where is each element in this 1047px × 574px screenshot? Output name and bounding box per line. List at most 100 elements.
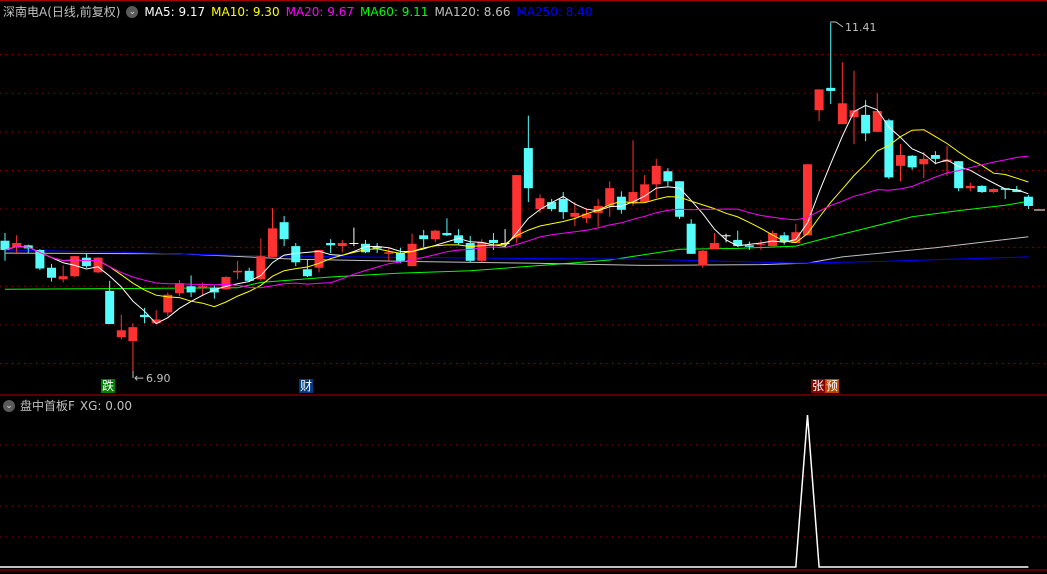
candle-body [233, 270, 243, 273]
candle-body [349, 243, 359, 245]
candle [826, 23, 836, 105]
candle [814, 89, 824, 122]
candle-body [802, 164, 812, 236]
candle-body [93, 257, 103, 273]
candle-body [419, 235, 429, 240]
ma10-label: MA10: 9.30 [211, 4, 280, 19]
candle [256, 238, 266, 281]
chevron-down-icon[interactable]: ⌄ [126, 5, 139, 18]
candle-body [279, 222, 289, 240]
candle-body [582, 213, 591, 219]
candle-body [616, 196, 626, 210]
candle-body [128, 327, 138, 342]
candle-body [488, 239, 498, 244]
candle-body [186, 286, 196, 293]
candle-body [837, 103, 847, 125]
candle [221, 276, 231, 291]
candle [896, 144, 906, 182]
candle-body [1023, 196, 1033, 206]
candle-body [395, 253, 405, 261]
xg-signal-line [0, 414, 1029, 568]
candle [47, 263, 57, 282]
candle-body [756, 243, 766, 245]
candle [605, 181, 615, 217]
candle [954, 161, 964, 192]
candle-body [791, 232, 801, 244]
candle-body [814, 89, 824, 111]
candle [837, 62, 847, 125]
ma60-label: MA60: 9.11 [360, 4, 429, 19]
candle [1023, 195, 1033, 210]
candle-body [442, 232, 452, 236]
candle-body [628, 192, 638, 203]
candle [872, 93, 882, 132]
ma120-label: MA120: 8.66 [434, 4, 511, 19]
candle [233, 260, 243, 280]
candle-body [430, 230, 440, 240]
candle-body [698, 250, 708, 266]
xg-value: XG: 0.00 [79, 398, 133, 413]
candle-body [744, 245, 754, 247]
candle [1000, 188, 1010, 200]
candle-body [663, 171, 673, 182]
candle [93, 256, 103, 274]
kline-chart[interactable]: ← 6.90 11.41 [0, 0, 1047, 574]
candle [349, 227, 359, 247]
candle [430, 229, 440, 243]
candle-body [896, 155, 906, 166]
candle [174, 280, 184, 297]
marker-yu[interactable]: 预 [825, 379, 840, 393]
ma250-label: MA250: 8.40 [516, 4, 593, 19]
candle [709, 232, 719, 250]
candle [651, 158, 661, 199]
candle [151, 310, 161, 324]
candle [326, 239, 336, 254]
candle-body [640, 184, 650, 203]
candle [989, 188, 999, 193]
candle [744, 241, 754, 250]
candle-body [651, 165, 661, 185]
candle [128, 323, 138, 372]
ma20-label: MA20: 9.67 [285, 4, 355, 19]
candle [675, 181, 685, 220]
svg-text:←: ← [134, 371, 144, 385]
candle-body [81, 257, 91, 267]
chevron-down-icon[interactable]: ⌄ [3, 399, 15, 412]
candle-body [105, 290, 115, 325]
candle-body [709, 243, 719, 250]
candle [186, 275, 196, 298]
candle [523, 115, 533, 203]
candle [965, 182, 975, 192]
candle [0, 232, 10, 261]
stock-title: 深南电A(日线,前复权) [3, 5, 121, 19]
candle [140, 307, 150, 324]
marker-zhang[interactable]: 张 [811, 379, 826, 393]
candle-body [58, 276, 68, 280]
candle-body [384, 252, 394, 254]
candle-body [47, 267, 57, 278]
candle [302, 259, 312, 277]
marker-cai[interactable]: 财 [299, 379, 314, 393]
ma5-label: MA5: 9.17 [144, 4, 206, 19]
candle [384, 247, 394, 261]
high-annotation: 11.41 [830, 21, 877, 34]
candle [593, 199, 603, 227]
candle [663, 168, 673, 186]
candles [0, 23, 1033, 372]
candle [802, 164, 812, 236]
candle [337, 239, 347, 253]
candle [419, 229, 429, 247]
candle [779, 232, 789, 245]
indicator-header: ⌄ 盘中首板F XG: 0.00 [3, 397, 132, 414]
candle-body [570, 212, 580, 217]
candle-body [721, 235, 731, 237]
candle [907, 155, 917, 170]
candle-body [558, 199, 568, 213]
candle [686, 219, 696, 254]
candle-body [989, 188, 999, 193]
indicator-title: 盘中首板F [20, 399, 75, 413]
ma250-line [4, 249, 1029, 264]
candle-body [977, 185, 987, 193]
marker-die[interactable]: 跌 [101, 379, 116, 393]
low-annotation: ← 6.90 [132, 371, 171, 385]
